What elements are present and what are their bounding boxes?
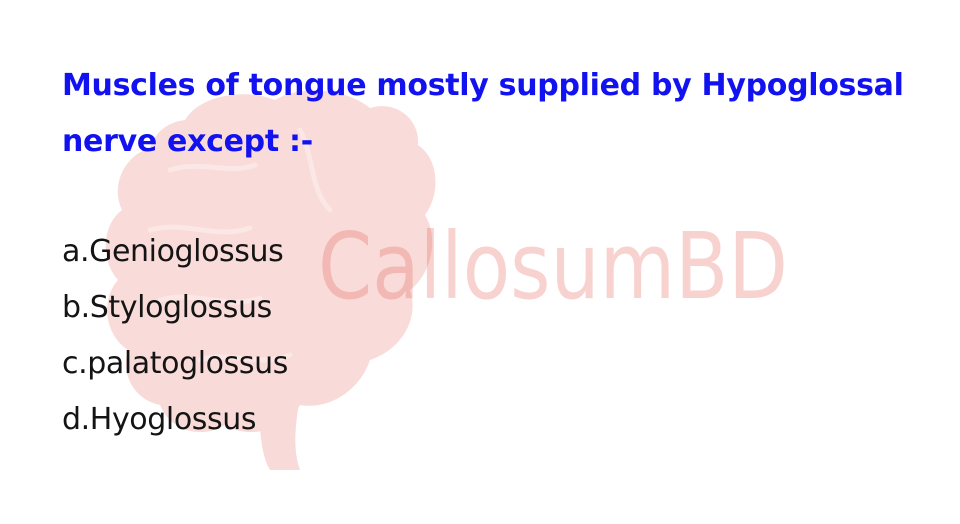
option-a: a.Genioglossus xyxy=(62,234,284,269)
question-text: Muscles of tongue mostly supplied by Hyp… xyxy=(62,68,904,159)
watermark-brand-text: CallosumBD xyxy=(318,213,788,320)
option-d: d.Hyoglossus xyxy=(62,402,257,437)
option-c: c.palatoglossus xyxy=(62,346,288,381)
option-b: b.Styloglossus xyxy=(62,290,272,325)
question-card: CallosumBD Muscles of tongue mostly supp… xyxy=(0,0,960,524)
options-list: a.Genioglossus b.Styloglossus c.palatogl… xyxy=(62,224,288,448)
